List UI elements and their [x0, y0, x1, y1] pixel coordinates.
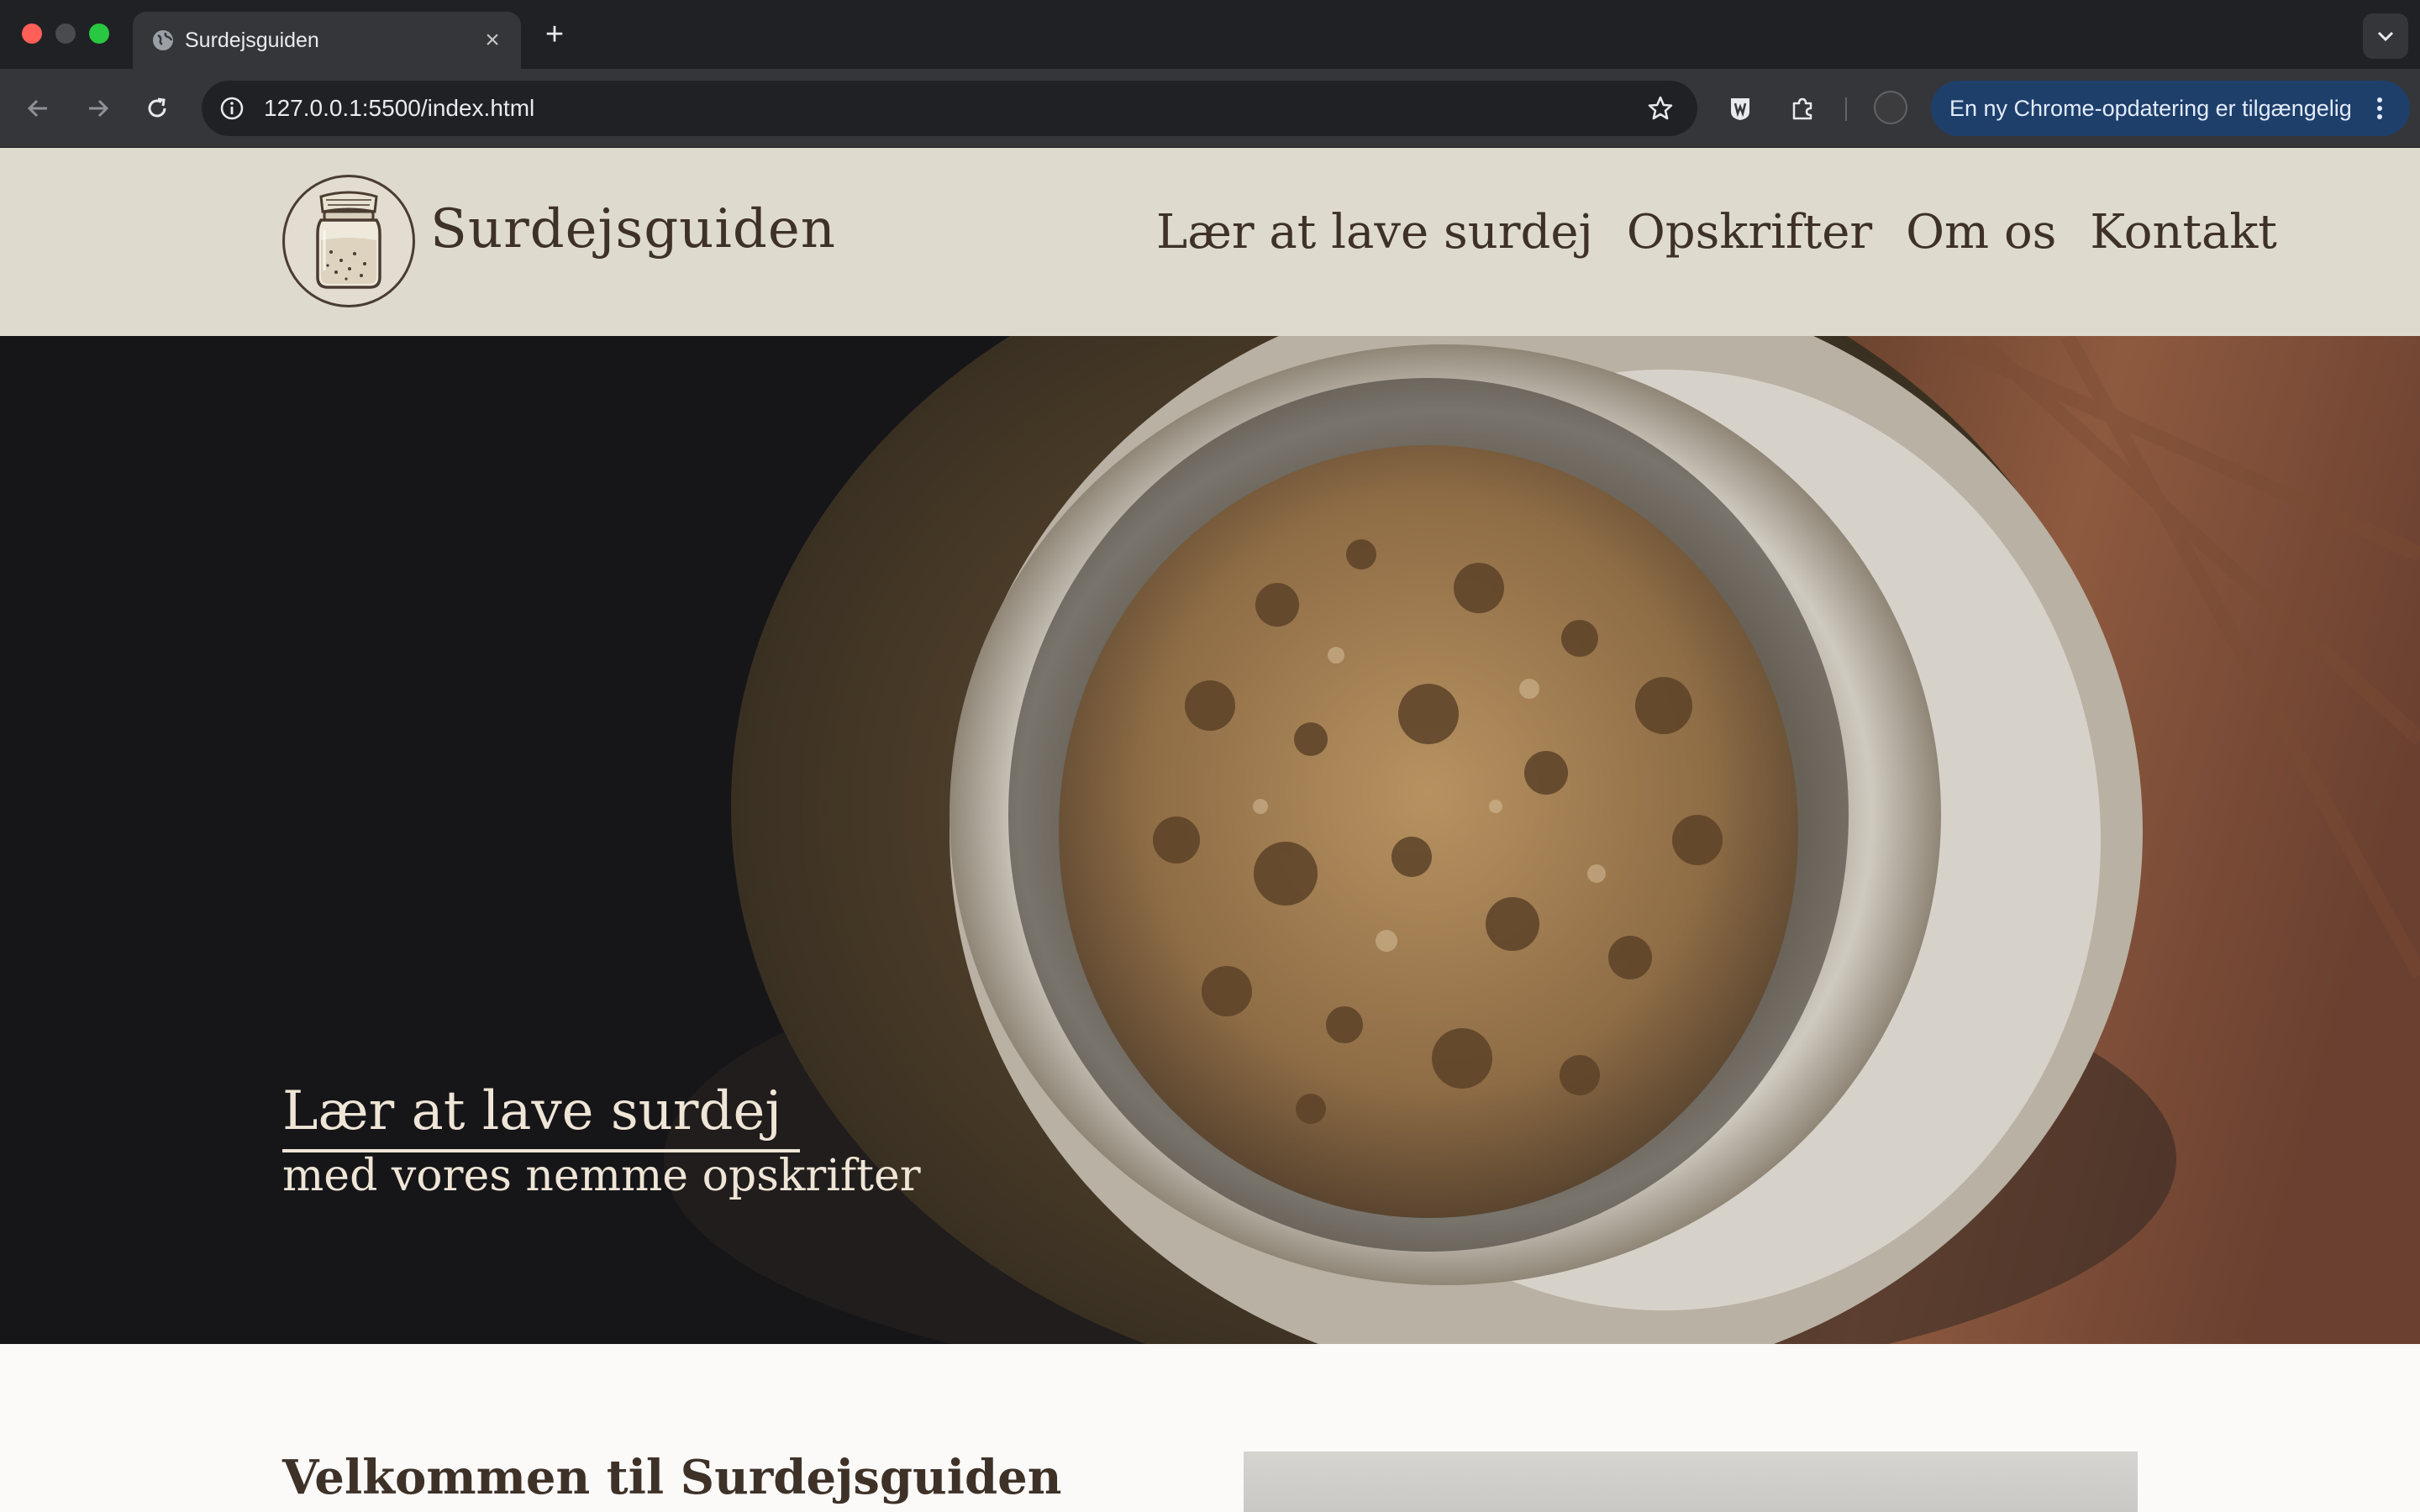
reload-icon[interactable]: [136, 87, 178, 129]
puzzle-icon[interactable]: [1781, 87, 1823, 129]
window-zoom-button[interactable]: [89, 24, 109, 44]
info-icon[interactable]: [213, 90, 250, 127]
hero-banner: Lær at lave surdej med vores nemme opskr…: [0, 336, 2420, 1344]
site-brand[interactable]: Surdejsguiden: [430, 198, 836, 260]
window-close-button[interactable]: [22, 24, 42, 44]
welcome-heading: Velkommen til Surdejsguiden: [282, 1450, 1062, 1505]
tab-title: Surdejsguiden: [185, 29, 319, 52]
kebab-menu-icon[interactable]: [2363, 92, 2396, 125]
back-arrow-icon[interactable]: [17, 87, 59, 129]
globe-icon: [145, 17, 182, 64]
browser-tab-strip: Surdejsguiden × +: [0, 0, 2420, 69]
chrome-update-button[interactable]: En ny Chrome-opdatering er tilgængelig: [1931, 81, 2410, 136]
toolbar-separator: [1845, 97, 1847, 121]
chevron-down-icon[interactable]: [2363, 13, 2408, 59]
url-text: 127.0.0.1:5500/index.html: [264, 95, 535, 121]
window-minimize-button[interactable]: [55, 24, 76, 44]
browser-tab-active[interactable]: Surdejsguiden ×: [133, 12, 521, 69]
main-navigation: Lær at lave surdej Opskrifter Om os Kont…: [1156, 205, 2277, 260]
address-bar[interactable]: 127.0.0.1:5500/index.html: [202, 81, 1697, 136]
nav-contact[interactable]: Kontakt: [2090, 205, 2276, 260]
avatar[interactable]: [1874, 91, 1907, 124]
nav-recipes[interactable]: Opskrifter: [1627, 205, 1872, 260]
star-icon[interactable]: [1644, 92, 1677, 125]
forward-arrow-icon[interactable]: [77, 87, 119, 129]
plus-icon[interactable]: +: [538, 13, 571, 55]
jar-logo-icon[interactable]: [282, 175, 415, 307]
nav-learn-sourdough[interactable]: Lær at lave surdej: [1156, 205, 1593, 260]
welcome-image: [1244, 1452, 2138, 1512]
update-notice-text: En ny Chrome-opdatering er tilgængelig: [1949, 96, 2352, 121]
hero-subtitle: med vores nemme opskrifter: [282, 1151, 921, 1201]
close-icon[interactable]: ×: [476, 24, 509, 57]
browser-toolbar: 127.0.0.1:5500/index.html En ny Chrome-o…: [0, 69, 2420, 148]
hero-title: Lær at lave surdej: [282, 1080, 801, 1152]
nav-about[interactable]: Om os: [1906, 205, 2056, 260]
extension-icon[interactable]: [1719, 87, 1761, 129]
